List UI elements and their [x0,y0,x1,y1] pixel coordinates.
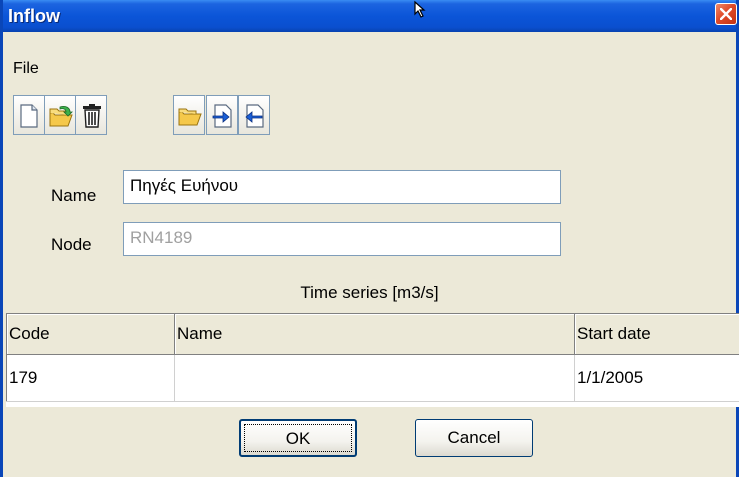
node-field: RN4189 [123,222,561,256]
timeseries-caption: Time series [m3/s] [300,283,439,302]
title-bar[interactable]: Inflow [3,0,737,32]
ok-button[interactable]: OK [239,419,357,457]
ok-button-label: OK [244,424,352,452]
new-button[interactable] [13,95,45,135]
open-button[interactable] [44,95,76,135]
import-button[interactable] [206,95,238,135]
window-title: Inflow [8,6,60,26]
column-header-start-date[interactable]: Start date [574,314,739,355]
table-header-row: Code Name Start date [6,314,739,355]
table-row[interactable]: 179 1/1/2005 [6,354,739,402]
cancel-button[interactable]: Cancel [415,419,533,457]
name-field[interactable]: Πηγές Ευήνου [123,170,561,204]
name-label: Name [51,186,97,205]
timeseries-table[interactable]: Code Name Start date 179 1/1/2005 [6,313,739,407]
cell-code[interactable]: 179 [6,354,175,402]
mouse-cursor-icon [413,0,435,31]
close-button[interactable] [715,3,737,25]
delete-button[interactable] [75,95,107,135]
browse-button[interactable] [173,95,205,135]
export-button[interactable] [238,95,270,135]
column-header-name[interactable]: Name [174,314,575,355]
inflow-dialog: Inflow File Name Πηγές Ευήνου Node RN418… [0,0,739,477]
menu-bar: File [3,32,736,84]
column-header-code[interactable]: Code [6,314,175,355]
menu-file[interactable]: File [13,60,39,78]
cell-name[interactable] [174,354,575,402]
cell-start-date[interactable]: 1/1/2005 [574,354,739,402]
node-label: Node [51,235,92,254]
